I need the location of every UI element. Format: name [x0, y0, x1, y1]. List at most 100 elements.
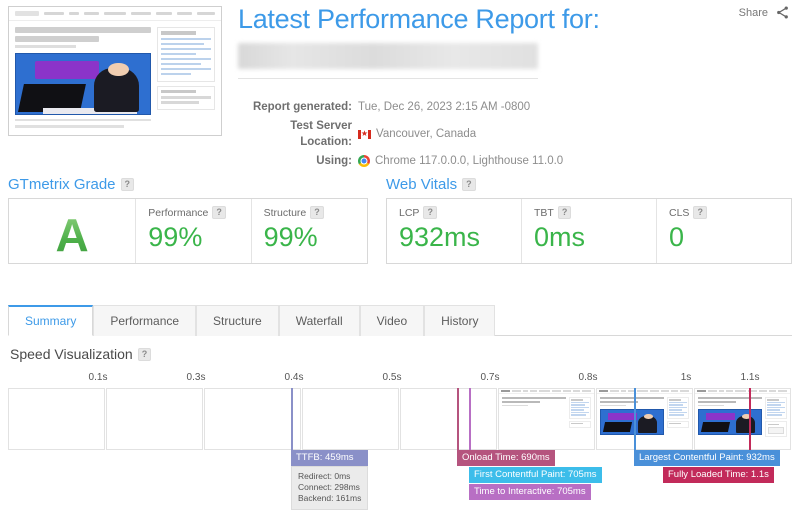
preview-nav-link: [68, 12, 79, 15]
speed-visualization-label: Speed Visualization: [10, 346, 133, 362]
preview-article-title: [15, 27, 151, 33]
performance-cell: Performance ? 99%: [136, 199, 252, 263]
structure-value: 99%: [263, 222, 318, 252]
tick-label: 0.7s: [480, 372, 500, 383]
preview-nav-link: [83, 12, 100, 15]
filmstrip-frame[interactable]: [8, 388, 105, 450]
help-icon[interactable]: ?: [137, 347, 152, 361]
onload-time-callout[interactable]: Onload Time: 690ms: [457, 450, 555, 466]
preview-nav-link: [131, 12, 151, 15]
preview-nav-link: [196, 12, 215, 15]
help-icon[interactable]: ?: [693, 206, 707, 219]
tick-label: 0.4s: [284, 372, 304, 383]
ttfb-callout[interactable]: TTFB: 459ms Redirect: 0ms Connect: 298ms…: [291, 450, 369, 510]
tbt-cell: TBT ? 0ms: [522, 199, 657, 263]
share-label: Share: [738, 6, 768, 19]
lcp-label: LCP: [399, 206, 420, 219]
fully-loaded-time-callout[interactable]: Fully Loaded Time: 1.1s: [663, 467, 774, 483]
speed-visualization-title: Speed Visualization ?: [10, 346, 152, 362]
tbt-label: TBT: [534, 206, 554, 219]
chrome-icon: [358, 155, 370, 167]
report-generated-label: Report generated:: [252, 101, 352, 113]
help-icon[interactable]: ?: [557, 206, 572, 219]
page-screenshot-preview[interactable]: [8, 6, 222, 136]
report-title-block: Latest Performance Report for:: [238, 4, 710, 80]
tab-structure[interactable]: Structure: [196, 305, 279, 336]
preview-paragraph: [15, 118, 151, 121]
ttfb-breakdown: Redirect: 0ms Connect: 298ms Backend: 16…: [291, 466, 369, 510]
ttfb-label: TTFB: 459ms: [291, 450, 369, 466]
grade-letter: A: [55, 208, 89, 261]
preview-hero-image: [15, 52, 151, 115]
share-icon[interactable]: [775, 5, 790, 20]
preview-article-meta: [15, 45, 77, 48]
structure-cell: Structure ? 99%: [252, 199, 367, 263]
tab-history[interactable]: History: [424, 305, 496, 336]
tick-label: 1.1s: [740, 372, 760, 383]
filmstrip-frame[interactable]: [302, 388, 399, 450]
test-server-location-label: Test Server Location:: [290, 120, 352, 148]
tick-label: 0.8s: [578, 372, 598, 383]
tab-performance[interactable]: Performance: [93, 305, 197, 336]
lcp-value: 932ms: [399, 222, 481, 252]
report-tabs: Summary Performance Structure Waterfall …: [8, 305, 792, 336]
tick-label: 0.5s: [382, 372, 402, 383]
gtmetrix-grade-panel: GTmetrix Grade ? A Performance ? 99% Str…: [8, 176, 368, 264]
test-server-location-value: Vancouver, Canada: [376, 128, 477, 140]
filmstrip-frame[interactable]: [204, 388, 301, 450]
filmstrip-frames: [8, 388, 792, 450]
timeline-callouts: TTFB: 459ms Redirect: 0ms Connect: 298ms…: [8, 450, 792, 510]
preview-nav-link: [43, 12, 64, 15]
preview-article: [15, 27, 151, 128]
filmstrip-frame[interactable]: [498, 388, 595, 450]
time-to-interactive-callout[interactable]: Time to Interactive: 705ms: [469, 484, 591, 500]
tick-label: 0.3s: [186, 372, 206, 383]
help-icon[interactable]: ?: [120, 178, 135, 191]
tab-video[interactable]: Video: [359, 305, 425, 336]
web-vitals-panel: Web Vitals ? LCP ? 932ms TBT ? 0ms CLS ?…: [386, 176, 792, 264]
ttfb-backend: Backend: 161ms: [298, 493, 362, 503]
metadata-row-using: Using: Chrome 117.0.0.0, Lighthouse 11.0…: [238, 153, 563, 169]
canada-flag-icon: ★: [358, 129, 371, 139]
gtmetrix-report-page: Share Latest Performance Report for: Rep…: [0, 0, 800, 510]
help-icon[interactable]: ?: [462, 178, 476, 191]
page-title: Latest Performance Report for:: [238, 4, 600, 34]
preview-navbar: [9, 7, 221, 21]
preview-nav-link: [155, 12, 173, 15]
preview-nav-link: [177, 12, 192, 15]
gtmetrix-grade-title: GTmetrix Grade ?: [8, 176, 368, 193]
cls-label: CLS: [669, 206, 690, 219]
web-vitals-title: Web Vitals ?: [386, 176, 792, 193]
redacted-url: [238, 43, 538, 70]
filmstrip-frame[interactable]: [694, 388, 791, 450]
largest-contentful-paint-callout[interactable]: Largest Contentful Paint: 932ms: [634, 450, 780, 466]
metadata-row-generated: Report generated: Tue, Dec 26, 2023 2:15…: [238, 99, 563, 115]
share-control[interactable]: Share: [739, 5, 790, 20]
speed-visualization-filmstrip: 0.1s 0.3s 0.4s 0.5s 0.7s 0.8s 1s 1.1s TT…: [8, 370, 792, 510]
first-contentful-paint-callout[interactable]: First Contentful Paint: 705ms: [469, 467, 602, 483]
cls-value: 0: [669, 222, 685, 252]
preview-body: [9, 21, 221, 128]
tab-summary[interactable]: Summary: [8, 305, 94, 336]
filmstrip-frame[interactable]: [596, 388, 693, 450]
tab-waterfall[interactable]: Waterfall: [278, 305, 360, 336]
help-icon[interactable]: ?: [423, 206, 437, 219]
preview-nav-link: [104, 12, 127, 15]
preview-sidebar: [157, 27, 215, 128]
tick-label: 0.1s: [88, 372, 108, 383]
metadata-row-location: Test Server Location: ★ Vancouver, Canad…: [238, 118, 563, 150]
filmstrip-frame[interactable]: [106, 388, 203, 450]
lcp-cell: LCP ? 932ms: [387, 199, 522, 263]
help-icon[interactable]: ?: [212, 206, 226, 219]
filmstrip-frame[interactable]: [400, 388, 497, 450]
using-label: Using:: [316, 155, 352, 167]
report-generated-value: Tue, Dec 26, 2023 2:15 AM -0800: [358, 101, 531, 113]
performance-label: Performance: [148, 206, 209, 219]
help-icon[interactable]: ?: [310, 206, 324, 219]
report-metadata: Report generated: Tue, Dec 26, 2023 2:15…: [238, 99, 563, 172]
preview-paragraph: [15, 125, 124, 128]
ttfb-connect: Connect: 298ms: [298, 482, 360, 492]
grade-cell: A: [9, 199, 137, 263]
divider: [238, 78, 538, 80]
timeline-ticks: 0.1s 0.3s 0.4s 0.5s 0.7s 0.8s 1s 1.1s: [8, 370, 792, 388]
